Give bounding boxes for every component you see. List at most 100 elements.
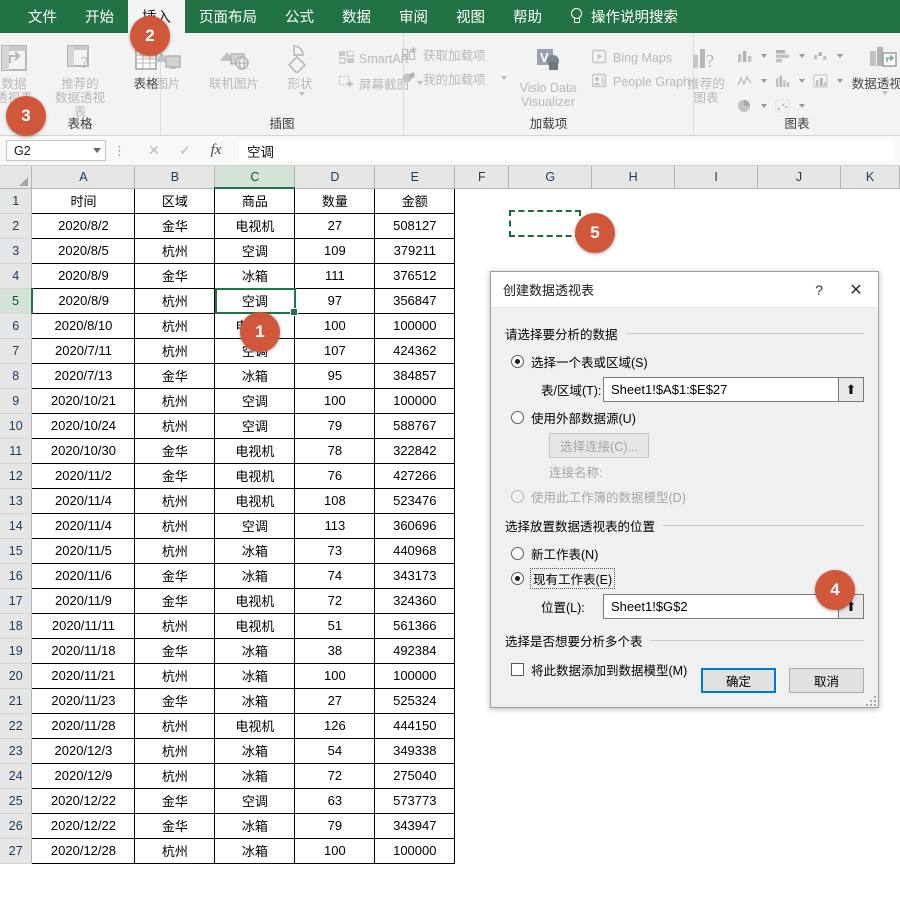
column-header-c[interactable]: C: [214, 166, 296, 189]
cell-c21[interactable]: 冰箱: [214, 687, 296, 714]
cell-c3[interactable]: 空调: [214, 237, 296, 264]
row-header-24[interactable]: 24: [0, 763, 33, 789]
cell-a27[interactable]: 2020/12/28: [31, 837, 136, 864]
cell-e19[interactable]: 492384: [374, 637, 456, 664]
cell-e18[interactable]: 561366: [374, 612, 456, 639]
cell-d5[interactable]: 97: [294, 287, 376, 314]
row-header-3[interactable]: 3: [0, 238, 33, 264]
cell-e8[interactable]: 384857: [374, 362, 456, 389]
cell-c26[interactable]: 冰箱: [214, 812, 296, 839]
cell-c4[interactable]: 冰箱: [214, 262, 296, 289]
cell-a17[interactable]: 2020/11/9: [31, 587, 136, 614]
cell-b22[interactable]: 杭州: [134, 712, 216, 739]
cell-c10[interactable]: 空调: [214, 412, 296, 439]
row-header-1[interactable]: 1: [0, 188, 33, 214]
cell-empty[interactable]: [757, 213, 841, 238]
cell-d10[interactable]: 79: [294, 412, 376, 439]
cell-c17[interactable]: 电视机: [214, 587, 296, 614]
cell-d8[interactable]: 95: [294, 362, 376, 389]
cell-empty[interactable]: [591, 763, 675, 788]
cell-d9[interactable]: 100: [294, 387, 376, 414]
row-header-13[interactable]: 13: [0, 488, 33, 514]
combo-chart-chevron-down-icon[interactable]: [837, 79, 843, 83]
cell-e5[interactable]: 356847: [374, 287, 456, 314]
cell-d21[interactable]: 27: [294, 687, 376, 714]
column-header-b[interactable]: B: [134, 166, 216, 189]
cell-a13[interactable]: 2020/11/4: [31, 487, 136, 514]
row-header-4[interactable]: 4: [0, 263, 33, 289]
cell-empty[interactable]: [674, 788, 758, 813]
cell-empty[interactable]: [757, 188, 841, 213]
cell-e24[interactable]: 275040: [374, 762, 456, 789]
cell-empty[interactable]: [454, 213, 509, 238]
cell-e13[interactable]: 523476: [374, 487, 456, 514]
cell-b3[interactable]: 杭州: [134, 237, 216, 264]
cancel-button[interactable]: 取消: [789, 668, 864, 693]
cell-a2[interactable]: 2020/8/2: [31, 212, 136, 239]
row-header-16[interactable]: 16: [0, 563, 33, 589]
ribbon-tab-home[interactable]: 开始: [71, 0, 128, 33]
row-header-2[interactable]: 2: [0, 213, 33, 239]
cell-empty[interactable]: [674, 738, 758, 763]
cell-empty[interactable]: [840, 713, 900, 738]
cell-empty[interactable]: [454, 238, 509, 263]
cell-empty[interactable]: [840, 238, 900, 263]
cell-empty[interactable]: [591, 188, 675, 213]
cell-c2[interactable]: 电视机: [214, 212, 296, 239]
cell-c22[interactable]: 电视机: [214, 712, 296, 739]
shapes-chevron-down-icon[interactable]: [298, 92, 305, 96]
get-addins-button[interactable]: 获取加载项: [396, 42, 510, 66]
cell-empty[interactable]: [757, 838, 841, 863]
bar-chart-button[interactable]: [773, 44, 811, 68]
cell-e10[interactable]: 588767: [374, 412, 456, 439]
cell-empty[interactable]: [757, 788, 841, 813]
cell-e7[interactable]: 424362: [374, 337, 456, 364]
my-addins-button[interactable]: 我的加载项: [396, 66, 510, 90]
cell-c8[interactable]: 冰箱: [214, 362, 296, 389]
cell-c14[interactable]: 空调: [214, 512, 296, 539]
cell-b21[interactable]: 金华: [134, 687, 216, 714]
resize-grip[interactable]: [864, 694, 876, 706]
cell-a22[interactable]: 2020/11/28: [31, 712, 136, 739]
cell-empty[interactable]: [454, 713, 509, 738]
column-header-d[interactable]: D: [294, 166, 376, 189]
cell-b7[interactable]: 杭州: [134, 337, 216, 364]
column-header-e[interactable]: E: [374, 166, 456, 189]
cell-d4[interactable]: 111: [294, 262, 376, 289]
column-header-f[interactable]: F: [454, 166, 510, 189]
cell-empty[interactable]: [674, 813, 758, 838]
histogram-chart-button[interactable]: [773, 69, 811, 93]
cell-d7[interactable]: 107: [294, 337, 376, 364]
cell-e9[interactable]: 100000: [374, 387, 456, 414]
radio-existing-worksheet[interactable]: [511, 572, 524, 585]
row-header-15[interactable]: 15: [0, 538, 33, 564]
column-header-a[interactable]: A: [31, 166, 136, 189]
row-header-12[interactable]: 12: [0, 463, 33, 489]
cell-e26[interactable]: 343947: [374, 812, 456, 839]
cell-d22[interactable]: 126: [294, 712, 376, 739]
cell-c25[interactable]: 空调: [214, 787, 296, 814]
choose-connection-button[interactable]: 选择连接(C)...: [549, 433, 649, 458]
cell-c27[interactable]: 冰箱: [214, 837, 296, 864]
cell-empty[interactable]: [674, 188, 758, 213]
cell-e2[interactable]: 508127: [374, 212, 456, 239]
cell-d18[interactable]: 51: [294, 612, 376, 639]
cell-b13[interactable]: 杭州: [134, 487, 216, 514]
cell-e6[interactable]: 100000: [374, 312, 456, 339]
cell-e12[interactable]: 427266: [374, 462, 456, 489]
cell-empty[interactable]: [591, 738, 675, 763]
cell-empty[interactable]: [508, 738, 592, 763]
column-header-i[interactable]: I: [674, 166, 759, 189]
cell-empty[interactable]: [508, 813, 592, 838]
row-header-9[interactable]: 9: [0, 388, 33, 414]
cell-empty[interactable]: [454, 738, 509, 763]
cell-empty[interactable]: [508, 788, 592, 813]
cell-b2[interactable]: 金华: [134, 212, 216, 239]
cell-c9[interactable]: 空调: [214, 387, 296, 414]
shapes-button[interactable]: 形状: [267, 38, 333, 96]
column-chart-button[interactable]: [735, 44, 773, 68]
radio-row-existing-worksheet[interactable]: 现有工作表(E): [511, 568, 864, 589]
row-header-8[interactable]: 8: [0, 363, 33, 389]
cell-c11[interactable]: 电视机: [214, 437, 296, 464]
cell-a12[interactable]: 2020/11/2: [31, 462, 136, 489]
